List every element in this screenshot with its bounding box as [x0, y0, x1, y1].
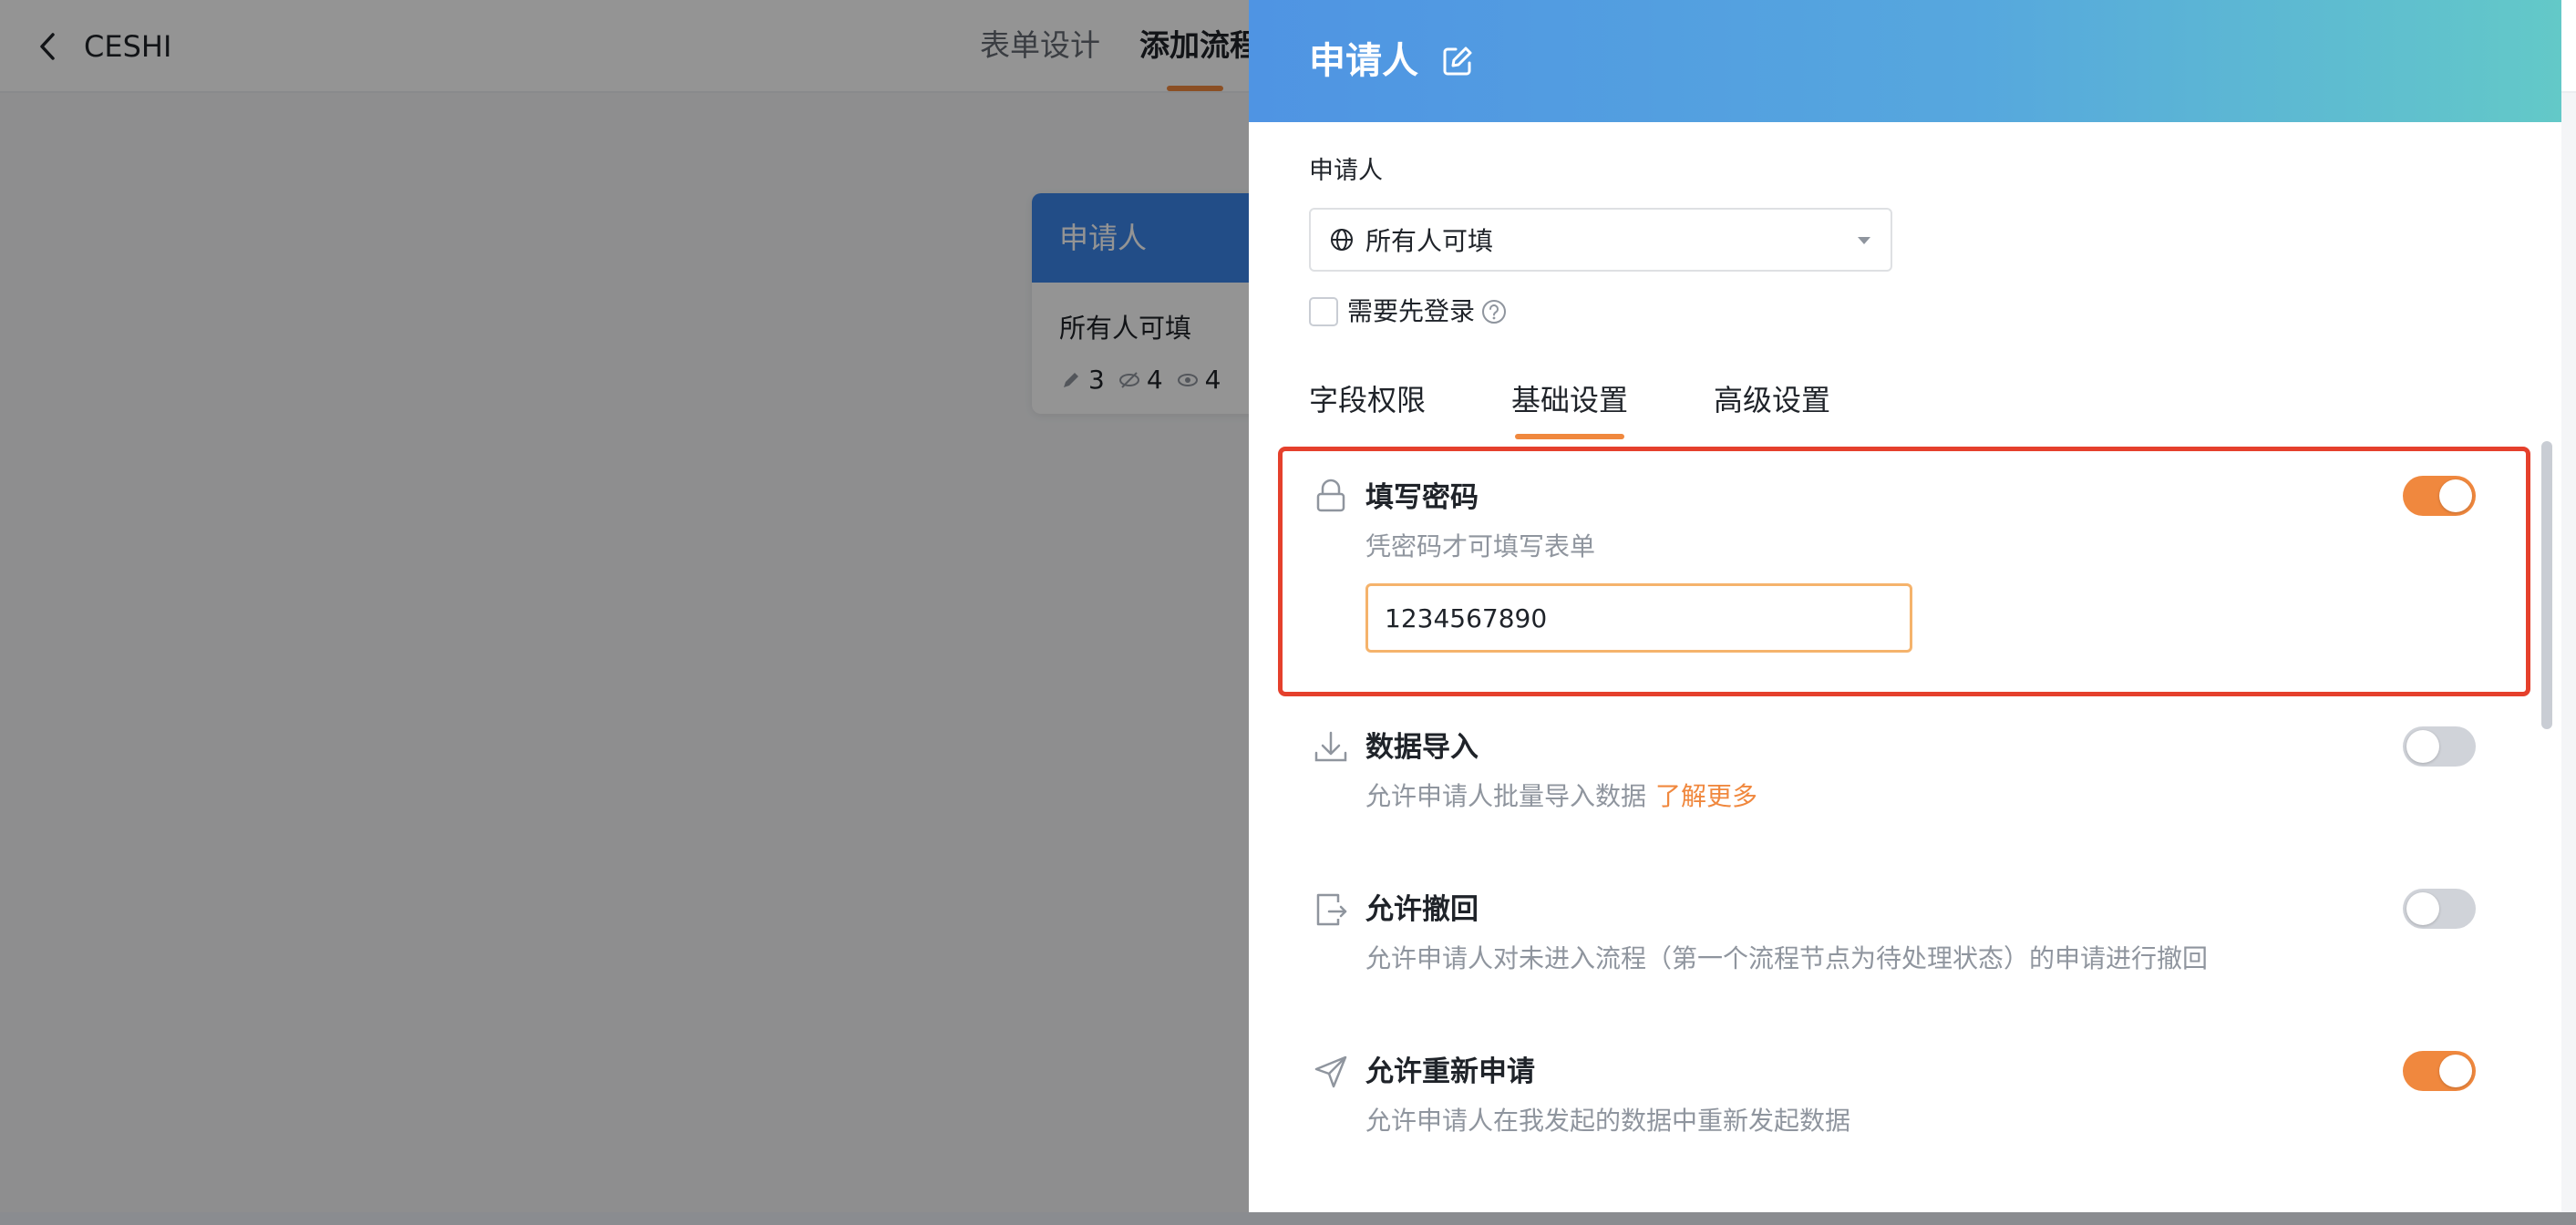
help-icon[interactable]: [1480, 298, 1508, 325]
learn-more-link[interactable]: 了解更多: [1655, 781, 1757, 811]
setting-desc: 允许申请人在我发起的数据中重新发起数据: [1365, 1106, 1851, 1136]
bottom-strip: [0, 1212, 2576, 1225]
login-required-checkbox[interactable]: [1309, 297, 1338, 326]
active-sub-tab-indicator: [1515, 434, 1624, 439]
modal-overlay[interactable]: [0, 0, 1249, 1225]
caret-down-icon: [1858, 237, 1870, 244]
drawer-header: 申请人: [1249, 0, 2561, 122]
applicant-field-label: 申请人: [1309, 157, 1383, 185]
setting-title: 允许重新申请: [1365, 1055, 1535, 1088]
setting-desc: 允许申请人批量导入数据 了解更多: [1365, 778, 1757, 815]
applicant-settings-drawer: 申请人 申请人 所有人可填 需要先登录 字段权限 基础设置 高级设置 填写密码 …: [1249, 0, 2561, 1212]
applicant-scope-select[interactable]: 所有人可填: [1309, 208, 1892, 272]
setting-desc-text: 允许申请人批量导入数据: [1365, 781, 1647, 811]
globe-icon: [1331, 229, 1353, 251]
login-required-label: 需要先登录: [1347, 296, 1476, 326]
allow-reapply-toggle[interactable]: [2403, 1051, 2476, 1091]
highlight-box: [1278, 447, 2530, 696]
tab-field-permissions[interactable]: 字段权限: [1309, 379, 1426, 421]
edit-title-button[interactable]: [1438, 42, 1477, 80]
withdraw-icon: [1311, 890, 1351, 930]
send-icon: [1311, 1052, 1351, 1092]
allow-withdraw-toggle[interactable]: [2403, 889, 2476, 929]
setting-title: 数据导入: [1365, 731, 1479, 764]
data-import-toggle[interactable]: [2403, 726, 2476, 767]
select-value: 所有人可填: [1365, 226, 1494, 256]
setting-desc: 允许申请人对未进入流程（第一个流程节点为待处理状态）的申请进行撤回: [1365, 943, 2209, 973]
tab-advanced-settings[interactable]: 高级设置: [1714, 379, 1830, 421]
tab-basic-settings[interactable]: 基础设置: [1511, 379, 1628, 421]
edit-icon: [1443, 46, 1472, 76]
download-icon: [1311, 727, 1351, 767]
setting-title: 允许撤回: [1365, 893, 1479, 926]
scrollbar[interactable]: [2541, 441, 2552, 729]
drawer-title: 申请人: [1309, 40, 1418, 82]
